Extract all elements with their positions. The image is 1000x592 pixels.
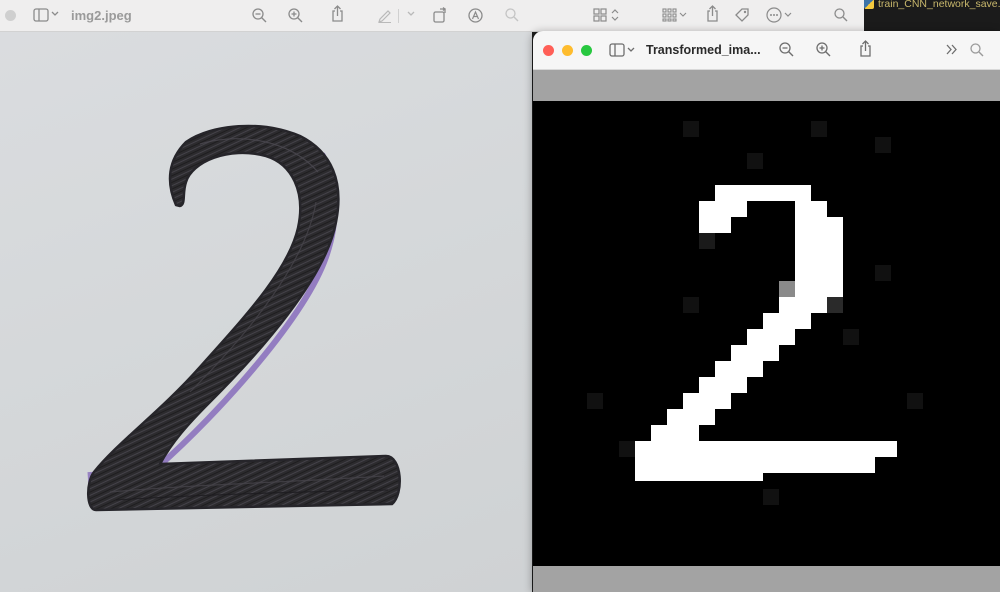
transformed-image-canvas	[533, 101, 1000, 566]
markup-pen-icon[interactable]	[377, 7, 393, 23]
chevron-down-icon[interactable]	[627, 47, 635, 53]
front-window-titlebar: Transformed_ima...	[533, 31, 1000, 70]
pixelated-digit-image	[587, 121, 923, 505]
sidebar-icon[interactable]	[609, 43, 625, 57]
rotate-icon[interactable]	[432, 7, 448, 23]
preview-toolbar: img2.jpeg	[0, 0, 532, 32]
zoom-button[interactable]	[581, 45, 592, 56]
preview-window-transformed: Transformed_ima...	[533, 31, 1000, 592]
editor-file-tab[interactable]: train_CNN_network_save.p	[864, 0, 1000, 11]
zoom-in-icon[interactable]	[816, 42, 831, 57]
overflow-chevrons-icon[interactable]	[946, 44, 958, 55]
search-icon[interactable]	[970, 43, 984, 57]
zoom-out-icon[interactable]	[779, 42, 794, 57]
share-icon[interactable]	[706, 5, 719, 22]
grid-view-icon[interactable]	[593, 8, 607, 22]
background-window-toolbar	[532, 0, 864, 32]
minimize-button[interactable]	[562, 45, 573, 56]
zoom-in-icon[interactable]	[288, 8, 303, 23]
close-button[interactable]	[543, 45, 554, 56]
search-icon[interactable]	[834, 8, 848, 22]
code-editor-strip: train_CNN_network_save.p	[864, 0, 1000, 31]
sidebar-icon[interactable]	[33, 8, 49, 22]
editor-file-tab-label: train_CNN_network_save.p	[878, 0, 1000, 10]
zoom-out-icon[interactable]	[252, 8, 267, 23]
handwritten-digit-image	[87, 124, 401, 512]
python-file-icon	[864, 0, 874, 9]
chevron-down-icon[interactable]	[51, 11, 59, 17]
search-icon[interactable]	[505, 8, 519, 22]
toolbar-divider	[398, 9, 399, 23]
preview-window-img2: img2.jpeg	[0, 0, 532, 592]
sort-arrows-icon[interactable]	[611, 8, 619, 22]
window-control-dot[interactable]	[5, 10, 16, 21]
more-icon[interactable]	[766, 7, 794, 23]
document-title: img2.jpeg	[71, 8, 132, 23]
group-icon[interactable]	[662, 8, 688, 22]
annotate-icon[interactable]	[468, 8, 483, 23]
photo-viewport	[0, 32, 532, 592]
tag-icon[interactable]	[734, 7, 750, 23]
document-title: Transformed_ima...	[646, 43, 761, 57]
share-icon[interactable]	[331, 5, 344, 22]
chevron-down-icon[interactable]	[407, 11, 415, 17]
share-icon[interactable]	[859, 40, 872, 57]
